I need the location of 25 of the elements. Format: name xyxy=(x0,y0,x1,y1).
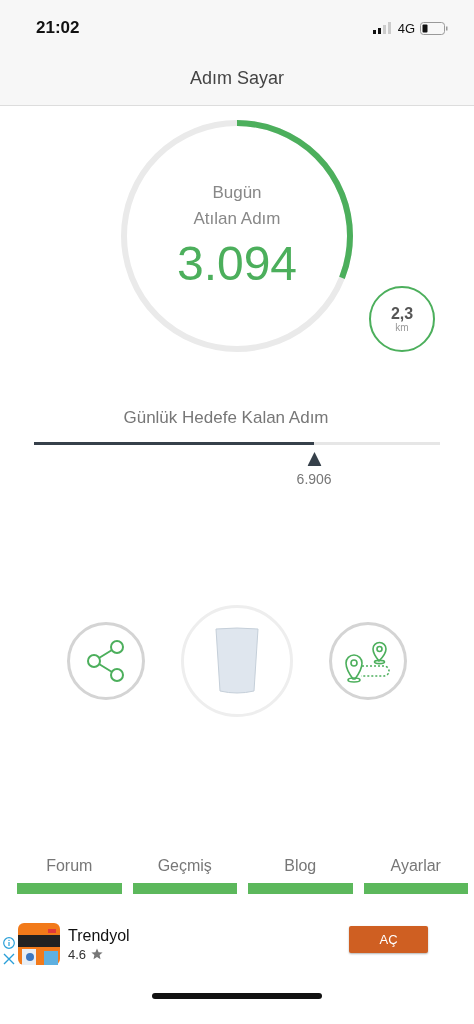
nav-tab[interactable]: Ayarlar xyxy=(363,857,468,894)
rating-value: 4.6 xyxy=(68,946,87,962)
info-icon[interactable] xyxy=(3,937,15,949)
steps-label: Atılan Adım xyxy=(193,208,281,230)
nav-tab[interactable]: Geçmiş xyxy=(132,857,237,894)
today-label: Bugün xyxy=(212,182,262,204)
status-time: 21:02 xyxy=(36,18,80,38)
network-label: 4G xyxy=(397,20,415,36)
cup-icon xyxy=(214,627,260,695)
open-button[interactable]: AÇ xyxy=(349,926,428,953)
signal-icon xyxy=(372,22,393,34)
nav-tab[interactable]: Blog xyxy=(248,857,353,894)
share-icon xyxy=(86,639,126,683)
step-count: 3.094 xyxy=(176,236,298,291)
distance-unit: km xyxy=(395,322,409,333)
goal-label: Günlük Hedefe Kalan Adım xyxy=(122,408,330,428)
pointer-icon xyxy=(307,452,322,466)
star-icon xyxy=(91,948,104,960)
close-icon[interactable] xyxy=(3,953,15,965)
app-name: Trendyol xyxy=(68,926,130,945)
battery-icon xyxy=(420,21,448,35)
nav-tab[interactable]: Forum xyxy=(17,857,122,894)
distance-value: 2,3 xyxy=(390,305,414,322)
remaining-steps: 6.906 xyxy=(296,471,332,487)
screen-title: Adım Sayar xyxy=(189,68,284,89)
